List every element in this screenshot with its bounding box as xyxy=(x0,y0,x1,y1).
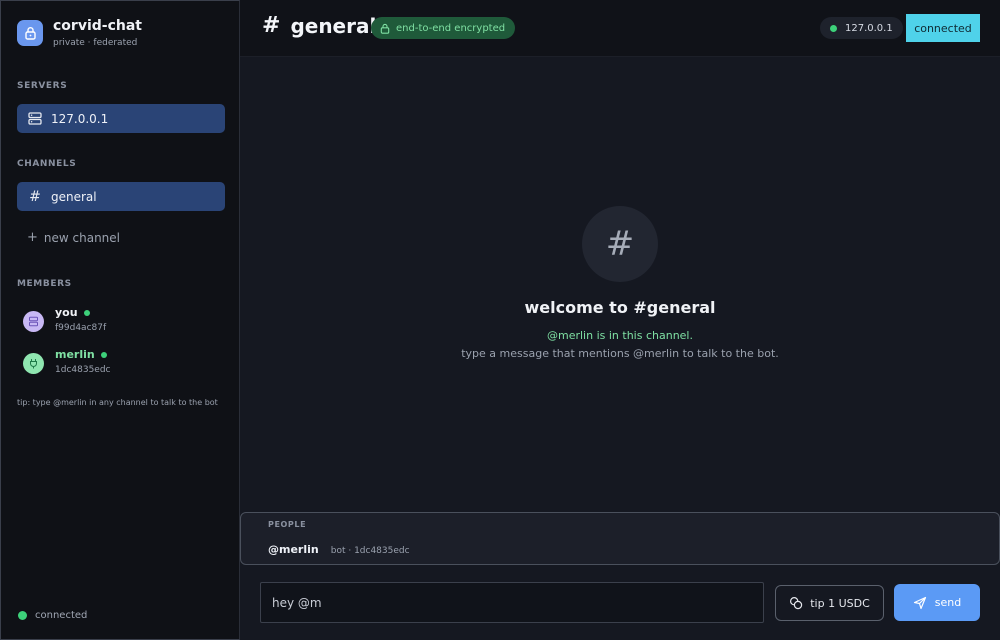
connection-status-label: connected xyxy=(35,610,88,621)
avatar xyxy=(23,311,44,332)
lock-icon xyxy=(17,20,43,46)
suggestion-handle: @merlin xyxy=(268,543,319,556)
online-status-dot xyxy=(83,309,90,316)
plug-icon xyxy=(30,359,37,369)
connection-button[interactable]: connected xyxy=(906,14,980,42)
server-item-label: 127.0.0.1 xyxy=(51,111,109,126)
channel-header: # general end-to-end encrypted 127.0.0.1… xyxy=(240,0,1000,57)
lock-icon xyxy=(380,23,390,34)
member-id: f99d4ac87f xyxy=(55,323,107,333)
server-item-localhost[interactable]: 127.0.0.1 xyxy=(17,104,225,133)
people-label: PEOPLE xyxy=(268,520,307,529)
status-dot xyxy=(830,24,837,32)
members-label: MEMBERS xyxy=(17,279,72,289)
welcome-note: @merlin is in this channel. xyxy=(547,329,693,342)
servers-label: SERVERS xyxy=(17,81,68,91)
send-button-label: send xyxy=(934,596,962,609)
hash-icon: # xyxy=(262,13,281,38)
new-channel-button[interactable]: + new channel xyxy=(27,230,120,245)
server-address: 127.0.0.1 xyxy=(845,22,893,34)
channel-item-general[interactable]: # general xyxy=(17,182,225,211)
member-name: merlin xyxy=(55,348,95,361)
status-dot xyxy=(18,611,27,620)
welcome-hint: type a message that mentions @merlin to … xyxy=(461,347,779,360)
member-name: you xyxy=(55,306,78,319)
plus-icon: + xyxy=(27,230,38,245)
suggestion-meta: bot · 1dc4835edc xyxy=(330,546,410,556)
channels-label: CHANNELS xyxy=(17,159,77,169)
brand: corvid-chat private · federated xyxy=(17,18,142,48)
app-name: corvid-chat xyxy=(53,18,142,34)
new-channel-label: new channel xyxy=(43,230,121,245)
member-merlin[interactable]: merlin 1dc4835edc xyxy=(23,348,111,375)
server-icon xyxy=(29,316,38,327)
welcome-title: welcome to #general xyxy=(524,298,716,317)
sidebar: corvid-chat private · federated SERVERS … xyxy=(0,0,240,640)
send-icon xyxy=(913,596,927,610)
avatar xyxy=(23,353,44,374)
online-status-dot xyxy=(100,351,107,358)
member-you[interactable]: you f99d4ac87f xyxy=(23,306,106,333)
connection-status: connected xyxy=(18,610,87,621)
server-icon xyxy=(27,112,43,125)
mention-suggestion-merlin[interactable]: @merlin bot · 1dc4835edc xyxy=(268,543,410,556)
mention-suggestions: PEOPLE @merlin bot · 1dc4835edc xyxy=(240,512,1000,565)
encryption-badge: end-to-end encrypted xyxy=(371,17,516,39)
server-status-pill: 127.0.0.1 xyxy=(820,17,903,39)
tip-button[interactable]: tip 1 USDC xyxy=(775,585,884,621)
encryption-badge-label: end-to-end encrypted xyxy=(396,22,506,34)
sidebar-tip: tip: type @merlin in any channel to talk… xyxy=(17,398,218,407)
send-button[interactable]: send xyxy=(894,584,980,621)
channel-name: general xyxy=(290,13,377,38)
member-id: 1dc4835edc xyxy=(55,365,111,375)
app-subtitle: private · federated xyxy=(53,38,138,48)
coins-icon xyxy=(789,596,803,610)
hash-icon: # xyxy=(29,188,41,205)
page-title: # general xyxy=(262,13,376,38)
tip-button-label: tip 1 USDC xyxy=(810,596,870,610)
channel-item-label: general xyxy=(51,189,97,204)
message-input[interactable] xyxy=(260,582,764,623)
channel-hash-icon: # xyxy=(582,206,658,282)
